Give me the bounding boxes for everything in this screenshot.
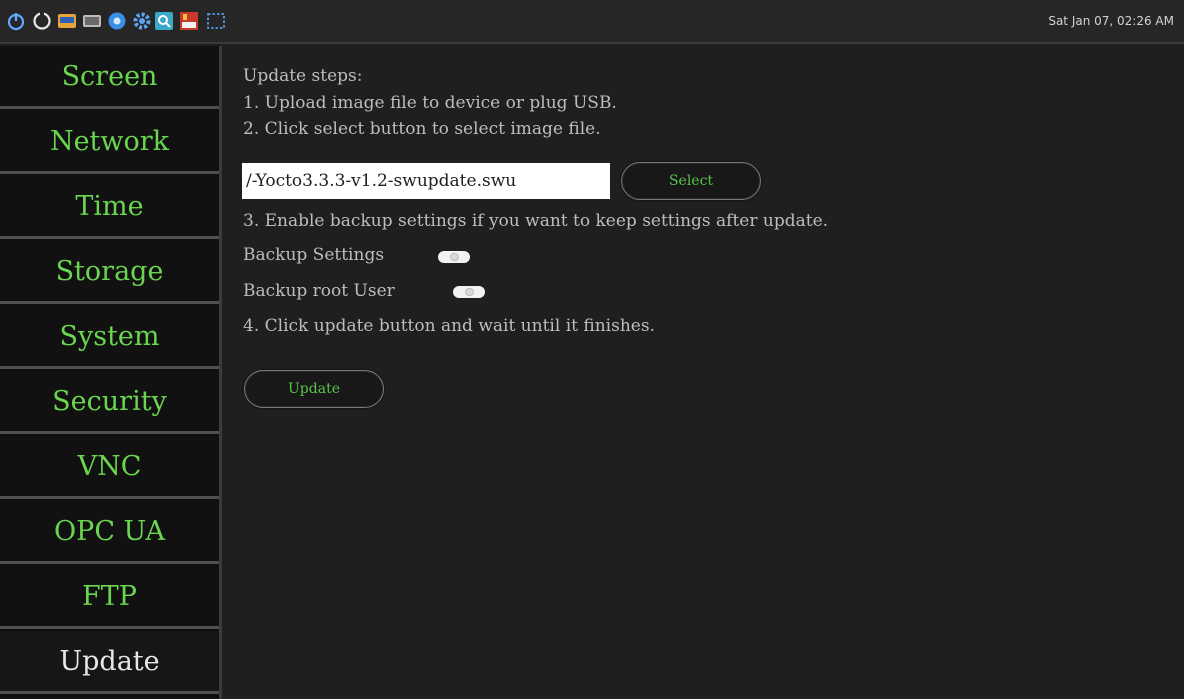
toggle-knob [450, 253, 459, 261]
search-app-icon[interactable] [154, 11, 174, 31]
sidebar-item-storage[interactable]: Storage [0, 241, 219, 304]
backup-settings-label: Backup Settings [243, 245, 385, 265]
panel-app-icon[interactable] [57, 11, 77, 31]
browser-icon[interactable] [107, 11, 127, 31]
sidebar-item-network[interactable]: Network [0, 111, 219, 174]
power-icon[interactable] [6, 11, 26, 31]
select-button[interactable]: Select [621, 162, 761, 200]
keyboard-icon[interactable] [82, 11, 102, 31]
sidebar-item-update[interactable]: Update [0, 631, 219, 694]
sidebar-item-security[interactable]: Security [0, 371, 219, 434]
step-3-text: 3. Enable backup settings if you want to… [243, 211, 829, 231]
image-file-path-field[interactable]: /-Yocto3.3.3-v1.2-swupdate.swu [242, 163, 610, 199]
backup-root-user-label: Backup root User [243, 281, 395, 301]
screenshot-selection-icon[interactable] [206, 11, 226, 31]
backup-settings-toggle[interactable] [438, 251, 470, 263]
update-steps-heading: Update steps: [243, 66, 363, 86]
backup-root-user-toggle[interactable] [453, 286, 485, 298]
step-1-text: 1. Upload image file to device or plug U… [243, 93, 617, 113]
update-button[interactable]: Update [244, 370, 384, 408]
taskbar: Sat Jan 07, 02:26 AM [0, 0, 1184, 44]
update-panel: Update steps: 1. Upload image file to de… [222, 46, 1184, 699]
restart-icon[interactable] [32, 11, 52, 31]
step-4-text: 4. Click update button and wait until it… [243, 316, 655, 336]
vnc-icon[interactable] [179, 11, 199, 31]
clock: Sat Jan 07, 02:26 AM [1048, 14, 1174, 28]
sidebar-item-ftp[interactable]: FTP [0, 566, 219, 629]
sidebar-item-vnc[interactable]: VNC [0, 436, 219, 499]
sidebar: Screen Network Time Storage System Secur… [0, 46, 222, 699]
sidebar-item-screen[interactable]: Screen [0, 46, 219, 109]
sidebar-item-opc-ua[interactable]: OPC UA [0, 501, 219, 564]
toggle-knob [465, 288, 474, 296]
settings-gear-icon[interactable] [132, 11, 152, 31]
step-2-text: 2. Click select button to select image f… [243, 119, 601, 139]
sidebar-item-system[interactable]: System [0, 306, 219, 369]
sidebar-item-time[interactable]: Time [0, 176, 219, 239]
